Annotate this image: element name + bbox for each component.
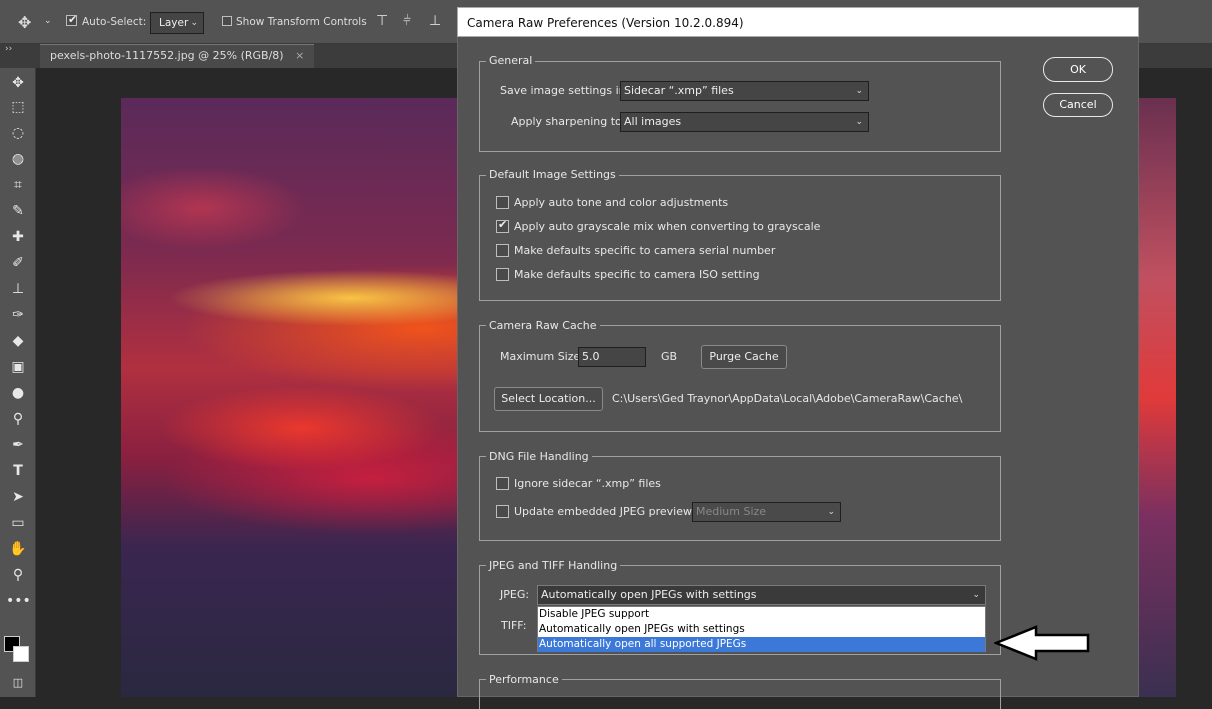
option-open-jpegs-with-settings[interactable]: Automatically open JPEGs with settings [538,622,985,637]
jpeg-label: JPEG: [500,588,530,601]
general-group [479,61,1001,152]
brush-icon[interactable]: ✐ [6,252,30,274]
auto-select-label: Auto-Select: [82,16,147,28]
move-icon[interactable]: ✥ [6,72,30,94]
tiff-label: TIFF: [501,619,527,632]
max-size-label: Maximum Size: [500,350,584,363]
marquee-icon[interactable]: ⬚ [6,96,30,118]
cache-legend: Camera Raw Cache [486,319,600,332]
show-transform-label: Show Transform Controls [236,16,367,28]
serial-number-checkbox[interactable] [496,244,509,257]
sharpening-select[interactable]: All images ⌄ [620,112,869,132]
lasso-icon[interactable]: ◌ [6,122,30,144]
max-size-input[interactable]: 5.0 [578,347,646,367]
iso-setting-checkbox[interactable] [496,268,509,281]
update-previews-label: Update embedded JPEG previews: [514,505,702,518]
type-icon[interactable]: T [6,460,30,482]
align-bottom-icon[interactable]: ⊥ [429,13,441,29]
path-select-icon[interactable]: ➤ [6,486,30,508]
save-settings-label: Save image settings in: [500,84,630,97]
ignore-sidecar-checkbox[interactable] [496,477,509,490]
history-brush-icon[interactable]: ✑ [6,304,30,326]
purge-cache-button[interactable]: Purge Cache [701,345,787,369]
sharpening-label: Apply sharpening to: [511,115,626,128]
dodge-icon[interactable]: ⚲ [6,408,30,430]
chevron-down-icon: ⌄ [972,590,980,600]
max-size-unit: GB [661,350,678,363]
ok-button[interactable]: OK [1043,57,1113,82]
cache-path: C:\Users\Ged Traynor\AppData\Local\Adobe… [612,392,963,405]
annotation-arrow-icon [994,625,1090,661]
dropdown-arrow-icon[interactable]: ⌄ [44,16,52,26]
auto-grayscale-label: Apply auto grayscale mix when converting… [514,220,821,233]
dng-file-handling-group [479,456,1001,541]
performance-legend: Performance [486,673,562,686]
auto-tone-checkbox[interactable] [496,196,509,209]
ignore-sidecar-label: Ignore sidecar “.xmp” files [514,477,661,490]
default-settings-legend: Default Image Settings [486,168,619,181]
jpeg-handling-select[interactable]: Automatically open JPEGs with settings ⌄ [537,585,986,605]
auto-grayscale-checkbox[interactable] [496,218,509,233]
serial-number-label: Make defaults specific to camera serial … [514,244,776,257]
iso-setting-label: Make defaults specific to camera ISO set… [514,268,760,281]
blur-icon[interactable]: ● [6,382,30,404]
quick-mask-icon[interactable]: ◫ [6,672,30,694]
align-middle-icon[interactable]: ⫩ [403,13,411,29]
background-color-swatch[interactable] [13,646,29,662]
align-top-icon[interactable]: ⊤ [376,13,388,29]
cancel-button[interactable]: Cancel [1043,93,1113,117]
jpeg-options-dropdown: Disable JPEG support Automatically open … [537,606,986,652]
move-tool-icon[interactable]: ✥ [18,13,31,32]
chevron-down-icon: ⌄ [855,86,863,96]
preview-size-select[interactable]: Medium Size ⌄ [692,502,841,522]
hand-icon[interactable]: ✋ [6,538,30,560]
dialog-title: Camera Raw Preferences (Version 10.2.0.8… [457,7,1139,37]
document-image-edge [1138,98,1176,697]
pen-icon[interactable]: ✒ [6,434,30,456]
document-tab[interactable]: pexels-photo-1117552.jpg @ 25% (RGB/8) × [40,44,315,68]
eyedropper-icon[interactable]: ✎ [6,200,30,222]
more-tools-icon[interactable]: ••• [6,590,31,612]
quick-select-icon[interactable]: ◍ [6,148,30,170]
stamp-icon[interactable]: ⊥ [6,278,30,300]
select-location-button[interactable]: Select Location... [494,387,603,411]
option-open-all-jpegs[interactable]: Automatically open all supported JPEGs [538,637,985,652]
document-tab-title: pexels-photo-1117552.jpg @ 25% (RGB/8) [50,49,284,62]
save-settings-select[interactable]: Sidecar “.xmp” files ⌄ [620,81,869,101]
auto-select-checkbox[interactable] [66,13,77,26]
general-legend: General [486,54,536,67]
tools-panel: ✥ ⬚ ◌ ◍ ⌗ ✎ ✚ ✐ ⊥ ✑ ◆ ▣ ● ⚲ ✒ T ➤ ▭ ✋ ⚲ … [0,68,36,697]
layer-select[interactable]: Layer ⌄ [150,12,204,34]
default-image-settings-group [479,175,1001,301]
gradient-icon[interactable]: ▣ [6,356,30,378]
crop-icon[interactable]: ⌗ [6,174,30,196]
healing-icon[interactable]: ✚ [6,226,30,248]
camera-raw-cache-group [479,325,1001,432]
chevron-down-icon: ⌄ [855,117,863,127]
dng-legend: DNG File Handling [486,450,592,463]
rectangle-icon[interactable]: ▭ [6,512,30,534]
show-transform-checkbox[interactable] [222,16,232,26]
update-previews-checkbox[interactable] [496,505,509,518]
close-tab-icon[interactable]: × [295,49,304,62]
expand-panels-icon[interactable]: ›› [5,44,12,54]
auto-tone-label: Apply auto tone and color adjustments [514,196,729,209]
option-disable-jpeg[interactable]: Disable JPEG support [538,607,985,622]
eraser-icon[interactable]: ◆ [6,330,30,352]
jpeg-tiff-legend: JPEG and TIFF Handling [486,559,621,572]
chevron-down-icon: ⌄ [827,507,835,517]
zoom-icon[interactable]: ⚲ [6,564,30,586]
